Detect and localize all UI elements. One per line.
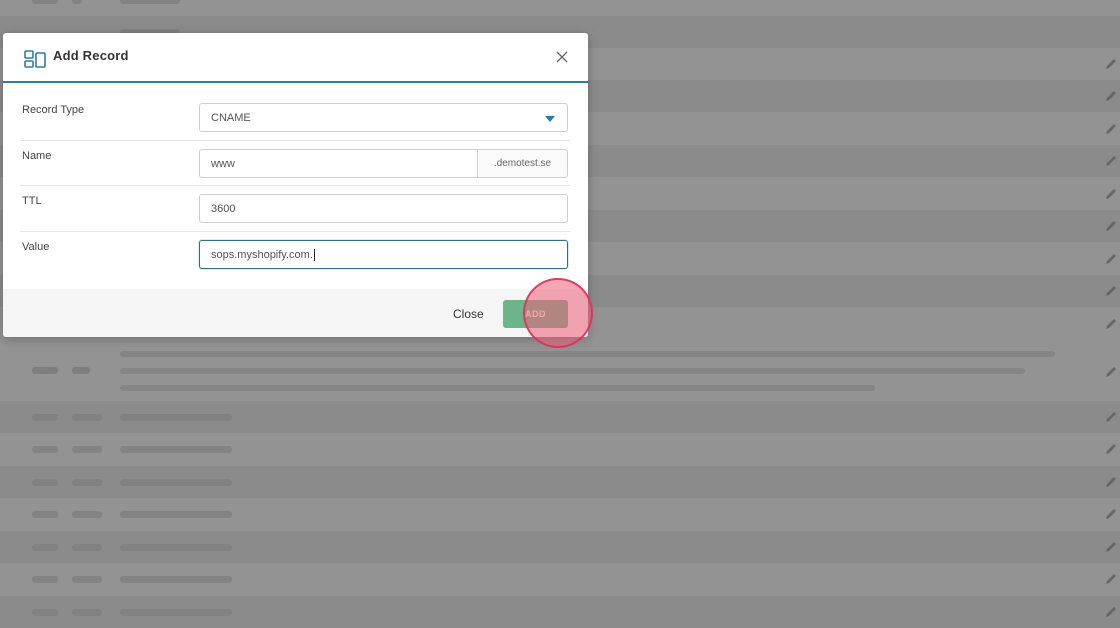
edit-icon[interactable] [1104,475,1118,489]
add-button[interactable]: ADD [503,300,568,328]
value-label: Value [22,241,50,253]
divider [20,231,570,232]
table-row [0,596,1120,628]
table-row [0,401,1120,433]
record-type-select[interactable]: CNAME [199,103,568,132]
name-input[interactable]: www [199,149,478,178]
edit-icon[interactable] [1104,122,1118,136]
close-button[interactable]: Close [453,307,484,321]
value-input[interactable]: sops.myshopify.com. [199,240,568,269]
edit-icon[interactable] [1104,605,1118,619]
edit-icon[interactable] [1104,219,1118,233]
edit-icon[interactable] [1104,284,1118,298]
edit-icon[interactable] [1104,187,1118,201]
edit-icon[interactable] [1104,317,1118,331]
edit-icon[interactable] [1104,540,1118,554]
add-record-dialog: Add Record Record Type CNAME Name www .d… [3,33,588,337]
ttl-input[interactable]: 3600 [199,194,568,223]
ttl-input-value: 3600 [211,202,236,215]
dialog-title: Add Record [53,48,129,63]
edit-icon[interactable] [1104,507,1118,521]
table-row [0,0,1120,16]
edit-icon[interactable] [1104,410,1118,424]
divider [20,185,570,186]
ttl-label: TTL [22,195,42,207]
domain-suffix: .demotest.se [477,149,568,178]
table-row [0,563,1120,595]
edit-icon[interactable] [1104,365,1118,379]
table-row [0,531,1120,563]
chevron-down-icon [545,116,555,122]
close-icon[interactable] [555,50,569,64]
edit-icon[interactable] [1104,572,1118,586]
record-type-value: CNAME [211,111,251,124]
edit-icon[interactable] [1104,57,1118,71]
edit-icon[interactable] [1104,154,1118,168]
value-input-value: sops.myshopify.com. [211,248,313,261]
record-type-label: Record Type [22,104,85,116]
name-label: Name [22,150,52,162]
name-input-value: www [211,157,235,170]
dialog-footer [3,289,588,337]
edit-icon[interactable] [1104,442,1118,456]
divider [20,140,570,141]
table-row [0,341,1120,401]
dns-records-icon [24,50,46,68]
table-row [0,433,1120,465]
edit-icon[interactable] [1104,89,1118,103]
text-cursor [313,248,315,261]
dialog-header: Add Record [3,33,588,83]
table-row [0,498,1120,530]
edit-icon[interactable] [1104,252,1118,266]
table-row [0,466,1120,498]
